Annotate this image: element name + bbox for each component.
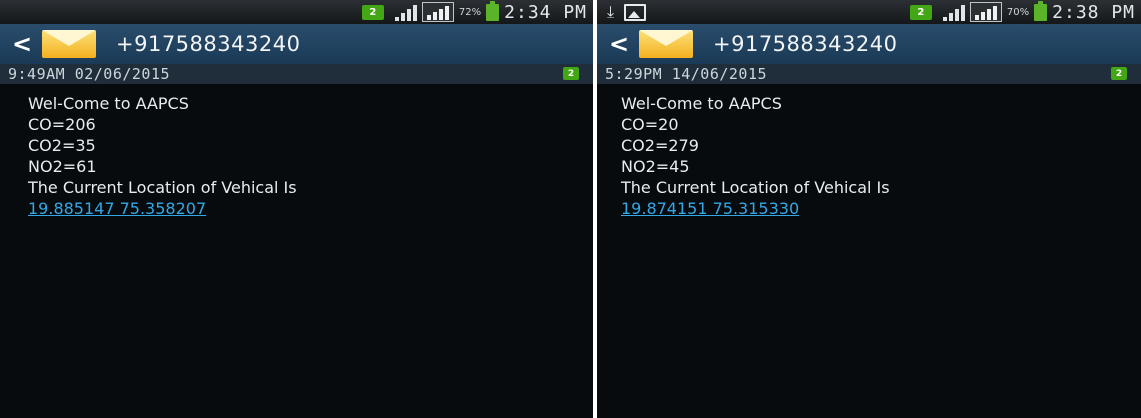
- battery-percent: 72%: [458, 6, 482, 18]
- message-line: CO2=35: [28, 136, 96, 155]
- message-line: Wel-Come to AAPCS: [621, 94, 782, 113]
- envelope-icon: [42, 30, 96, 58]
- sim-badge-icon: 2: [563, 67, 579, 80]
- right-phone-screen: ⤓ 2 70% 2:38 PM < +917588343240 5:29PM 1…: [597, 0, 1141, 418]
- message-timestamp: 9:49AM 02/06/2015: [8, 65, 171, 83]
- status-bar: 2 72% 2:34 PM: [0, 0, 593, 24]
- contact-number[interactable]: +917588343240: [713, 32, 897, 56]
- sim-badge-icon: 2: [909, 4, 932, 20]
- download-icon: ⤓: [607, 2, 615, 21]
- image-icon: [624, 3, 647, 21]
- conversation-header: < +917588343240: [0, 24, 593, 64]
- conversation-header: < +917588343240: [597, 24, 1141, 64]
- battery-percent: 70%: [1006, 6, 1030, 18]
- battery-icon: [486, 0, 500, 21]
- location-link[interactable]: 19.874151 75.315330: [621, 198, 890, 219]
- message-body[interactable]: Wel-Come to AAPCS CO=206 CO2=35 NO2=61 T…: [28, 93, 297, 219]
- message-timestamp: 5:29PM 14/06/2015: [605, 65, 768, 83]
- back-icon[interactable]: <: [609, 30, 631, 58]
- roaming-signal-icon: [937, 3, 965, 21]
- sim-badge-icon: 2: [361, 4, 384, 20]
- back-icon[interactable]: <: [12, 30, 34, 58]
- message-line: NO2=45: [621, 157, 690, 176]
- signal-icon: [421, 2, 454, 22]
- status-bar: ⤓ 2 70% 2:38 PM: [597, 0, 1141, 24]
- message-body[interactable]: Wel-Come to AAPCS CO=20 CO2=279 NO2=45 T…: [621, 93, 890, 219]
- message-date-bar: 9:49AM 02/06/2015 2: [0, 64, 593, 84]
- status-time: 2:34 PM: [504, 1, 587, 23]
- left-phone-screen: 2 72% 2:34 PM < +917588343240 9:49AM 02/…: [0, 0, 593, 418]
- message-line: The Current Location of Vehical Is: [621, 178, 890, 197]
- sim-badge-icon: 2: [1111, 67, 1127, 80]
- message-line: The Current Location of Vehical Is: [28, 178, 297, 197]
- message-date-bar: 5:29PM 14/06/2015 2: [597, 64, 1141, 84]
- contact-number[interactable]: +917588343240: [116, 32, 300, 56]
- message-line: Wel-Come to AAPCS: [28, 94, 189, 113]
- location-link[interactable]: 19.885147 75.358207: [28, 198, 297, 219]
- message-line: NO2=61: [28, 157, 97, 176]
- message-line: CO=20: [621, 115, 679, 134]
- message-line: CO2=279: [621, 136, 699, 155]
- message-line: CO=206: [28, 115, 96, 134]
- envelope-icon: [639, 30, 693, 58]
- status-time: 2:38 PM: [1052, 1, 1135, 23]
- signal-icon: [969, 2, 1002, 22]
- roaming-signal-icon: [389, 3, 417, 21]
- battery-icon: [1034, 0, 1048, 21]
